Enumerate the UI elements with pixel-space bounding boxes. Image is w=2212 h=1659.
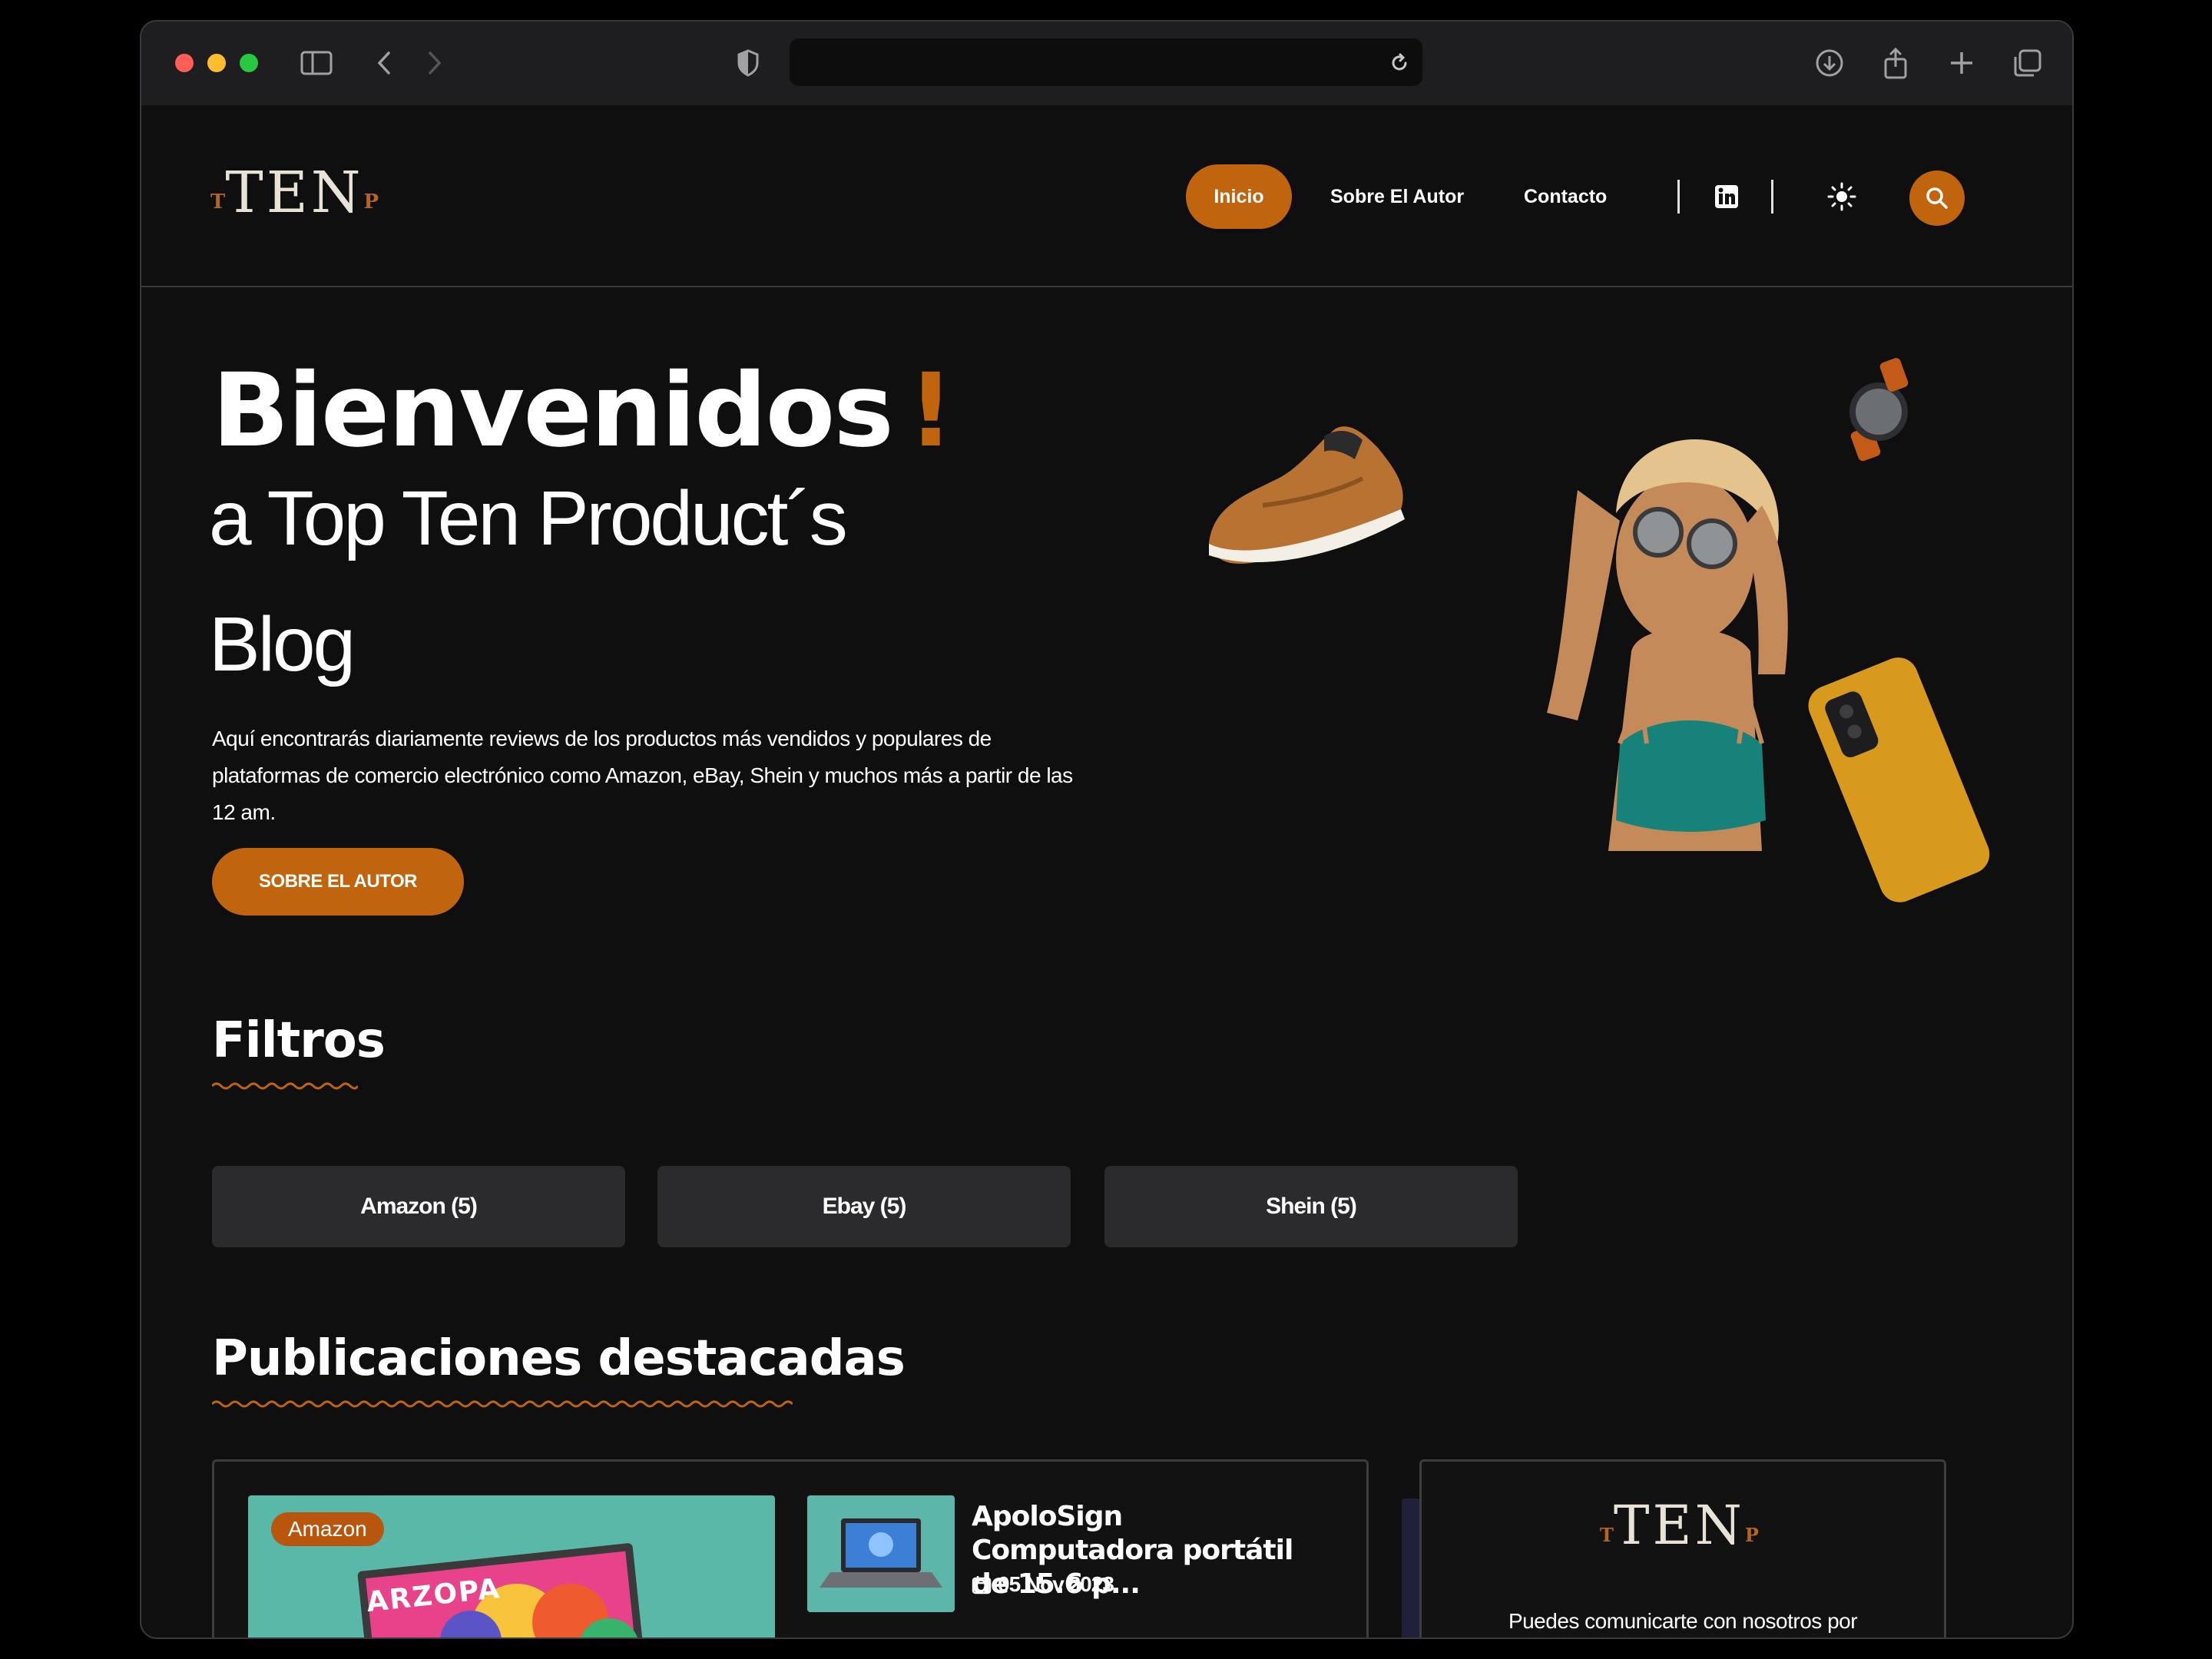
laptop-image (820, 1518, 942, 1588)
privacy-shield-icon[interactable] (733, 45, 763, 81)
post-date: 05 Nov 2023 (972, 1572, 1114, 1597)
sneaker-image (1209, 426, 1405, 564)
nav-divider (1771, 180, 1773, 214)
filter-amazon-button[interactable]: Amazon (5) (212, 1166, 625, 1247)
filters-title-underline (212, 1082, 358, 1090)
smartwatch-image (1849, 358, 1909, 462)
amazon-badge[interactable]: Amazon (271, 1512, 384, 1546)
back-icon[interactable] (369, 45, 399, 81)
calendar-icon (972, 1576, 992, 1594)
site-logo[interactable]: T TEN P (210, 164, 379, 221)
sobre-el-autor-button[interactable]: SOBRE EL AUTOR (212, 848, 464, 916)
download-icon[interactable] (1811, 45, 1848, 81)
post-thumbnail[interactable] (807, 1495, 955, 1612)
featured-post-image[interactable]: ARZOPA Amazon (248, 1495, 775, 1637)
nav-contacto[interactable]: Contacto (1524, 164, 1607, 229)
browser-toolbar (141, 22, 2072, 106)
address-bar[interactable] (790, 38, 1422, 86)
linkedin-icon[interactable] (1705, 175, 1748, 218)
contact-logo-main-text: TEN (1613, 1494, 1745, 1557)
tab-overview-icon[interactable] (2009, 45, 2046, 81)
posts-scrollbar[interactable] (1402, 1498, 1420, 1637)
hero-description: Aquí encontrarás diariamente reviews de … (212, 727, 1073, 824)
theme-toggle-sun-icon[interactable] (1820, 175, 1863, 218)
phone-image (1808, 657, 1990, 902)
nav-divider (1677, 180, 1680, 214)
post-date-text: 05 Nov 2023 (998, 1572, 1114, 1596)
filter-shein-button[interactable]: Shein (5) (1104, 1166, 1518, 1247)
featured-posts-title: Publicaciones destacadas (212, 1330, 906, 1387)
hero-illustration (1209, 358, 1990, 902)
logo-left-letter: T (210, 190, 226, 214)
contact-card-logo: T TEN P (1600, 1498, 1759, 1552)
hero-subtitle-line2: Blog (209, 601, 356, 687)
filters-title: Filtros (212, 1012, 386, 1069)
logo-main-text: TEN (225, 160, 364, 226)
forward-icon[interactable] (419, 45, 450, 81)
hero-subtitle-line1: a Top Ten Product´s (209, 475, 848, 561)
new-tab-icon[interactable] (1943, 45, 1980, 81)
contact-logo-right-letter: P (1744, 1524, 1759, 1546)
hero-title-mark: ! (907, 352, 954, 470)
close-window-button[interactable] (175, 54, 194, 72)
reload-icon[interactable] (1384, 48, 1415, 78)
minimize-window-button[interactable] (207, 54, 226, 72)
hero-title-text: Bienvenidos (212, 352, 894, 470)
contact-card: T TEN P Puedes comunicarte con nosotros … (1419, 1459, 1946, 1637)
contact-card-text: Puedes comunicarte con nosotros por (1508, 1609, 1858, 1633)
featured-posts-card: ARZOPA Amazon ApoloSign Computadora port… (212, 1459, 1420, 1637)
hero-title: Bienvenidos! (212, 352, 954, 470)
search-button[interactable] (1909, 171, 1965, 226)
site-header: T TEN P Inicio Sobre El Autor Contacto (141, 106, 2072, 287)
sidebar-toggle-icon[interactable] (298, 45, 335, 81)
zoom-window-button[interactable] (240, 54, 258, 72)
browser-window: T TEN P Inicio Sobre El Autor Contacto B… (140, 20, 2074, 1639)
nav-inicio[interactable]: Inicio (1186, 164, 1292, 229)
featured-title-underline (212, 1400, 793, 1408)
model-image (1547, 439, 1788, 851)
filter-ebay-button[interactable]: Ebay (5) (657, 1166, 1071, 1247)
nav-sobre-el-autor[interactable]: Sobre El Autor (1330, 164, 1464, 229)
logo-right-letter: P (363, 190, 379, 214)
contact-logo-left-letter: T (1600, 1524, 1614, 1546)
share-icon[interactable] (1877, 45, 1914, 81)
search-icon (1926, 187, 1948, 209)
